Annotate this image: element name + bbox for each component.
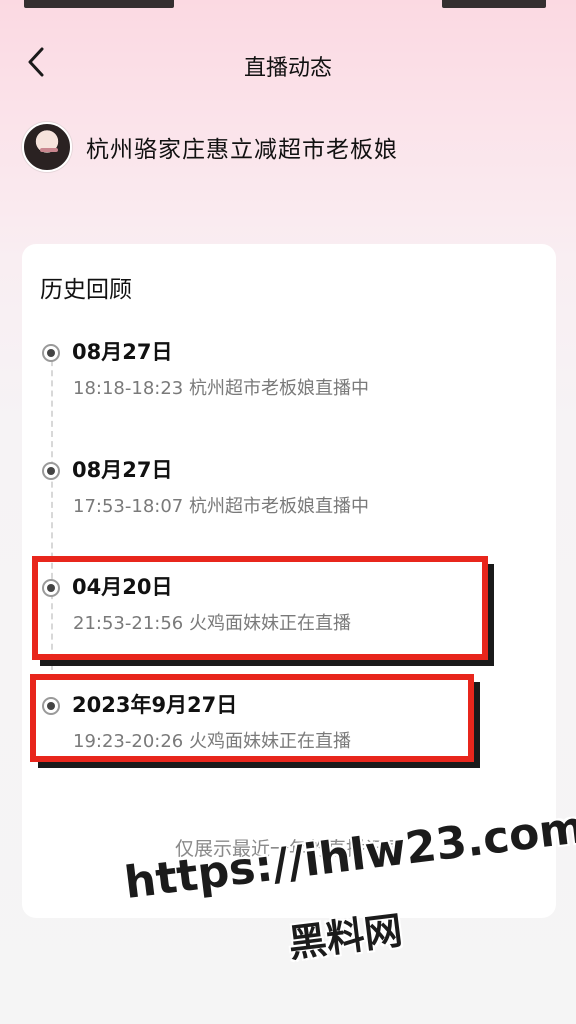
- status-bar-left-fragment: [24, 0, 174, 8]
- entry-date: 08月27日: [72, 340, 173, 364]
- status-bar: [0, 0, 576, 14]
- streamer-profile[interactable]: 杭州骆家庄惠立减超市老板娘: [22, 120, 398, 174]
- timeline-dot-icon: [42, 344, 60, 362]
- page-title: 直播动态: [243, 56, 332, 81]
- timeline-dot-icon: [42, 462, 60, 480]
- history-entry[interactable]: 08月27日 18:18-18:23 杭州超市老板娘直播中: [22, 336, 556, 406]
- status-bar-right-fragment: [442, 0, 546, 8]
- entry-date: 2023年9月27日: [72, 693, 238, 717]
- entry-detail: 19:23-20:26 火鸡面妹妹正在直播: [73, 731, 351, 752]
- entry-date: 04月20日: [72, 575, 173, 599]
- history-entry[interactable]: 2023年9月27日 19:23-20:26 火鸡面妹妹正在直播: [22, 689, 556, 759]
- history-entry[interactable]: 04月20日 21:53-21:56 火鸡面妹妹正在直播: [22, 571, 556, 641]
- history-entry[interactable]: 08月27日 17:53-18:07 杭州超市老板娘直播中: [22, 454, 556, 524]
- timeline-dot-icon: [42, 697, 60, 715]
- streamer-name: 杭州骆家庄惠立减超市老板娘: [86, 137, 398, 163]
- timeline-dot-icon: [42, 579, 60, 597]
- entry-detail: 17:53-18:07 杭州超市老板娘直播中: [73, 496, 369, 517]
- entry-detail: 18:18-18:23 杭州超市老板娘直播中: [73, 378, 369, 399]
- section-title: 历史回顾: [40, 277, 132, 303]
- avatar[interactable]: [22, 122, 72, 172]
- header: 直播动态: [0, 34, 576, 94]
- entry-detail: 21:53-21:56 火鸡面妹妹正在直播: [73, 613, 351, 634]
- entry-date: 08月27日: [72, 458, 173, 482]
